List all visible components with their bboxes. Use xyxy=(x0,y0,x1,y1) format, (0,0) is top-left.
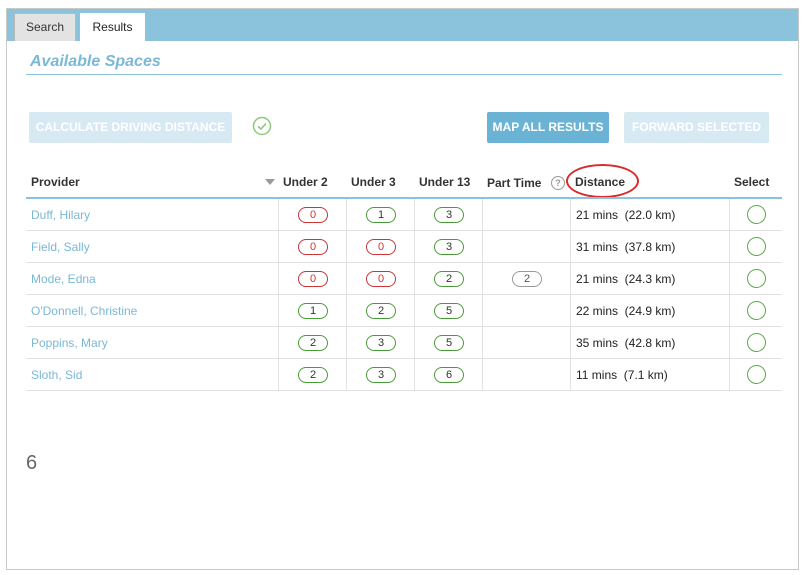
provider-link[interactable]: O'Donnell, Christine xyxy=(31,304,137,318)
under-3-count: 2 xyxy=(366,303,396,319)
header-provider[interactable]: Provider xyxy=(31,175,80,189)
under-13-count: 3 xyxy=(434,239,464,255)
under-2-count: 0 xyxy=(298,207,328,223)
distance-value: 21 mins (22.0 km) xyxy=(576,208,676,222)
under-2-count: 0 xyxy=(298,271,328,287)
calculate-driving-distance-button[interactable]: CALCULATE DRIVING DISTANCE xyxy=(29,112,232,143)
header-under-2[interactable]: Under 2 xyxy=(283,175,328,189)
help-icon[interactable]: ? xyxy=(551,176,565,190)
select-radio[interactable] xyxy=(747,333,766,352)
header-select: Select xyxy=(734,175,770,189)
tab-search[interactable]: Search xyxy=(14,13,76,41)
distance-value: 22 mins (24.9 km) xyxy=(576,304,676,318)
part-time-count: 2 xyxy=(512,271,542,287)
section-title: Available Spaces xyxy=(30,53,161,70)
under-13-count: 2 xyxy=(434,271,464,287)
select-radio[interactable] xyxy=(747,365,766,384)
under-3-count: 0 xyxy=(366,271,396,287)
distance-value: 21 mins (24.3 km) xyxy=(576,272,676,286)
annotation-circle xyxy=(566,164,639,198)
distance-value: 11 mins (7.1 km) xyxy=(576,368,668,382)
header-under-3[interactable]: Under 3 xyxy=(351,175,396,189)
provider-link[interactable]: Sloth, Sid xyxy=(31,368,82,382)
distance-value: 35 mins (42.8 km) xyxy=(576,336,676,350)
tab-bar: Search Results xyxy=(7,9,798,41)
under-3-count: 1 xyxy=(366,207,396,223)
map-all-results-button[interactable]: MAP ALL RESULTS xyxy=(487,112,609,143)
provider-link[interactable]: Mode, Edna xyxy=(31,272,96,286)
table-row: Field, Sally 0 0 3 31 mins (37.8 km) xyxy=(26,231,782,263)
table-row: Duff, Hilary 0 1 3 21 mins (22.0 km) xyxy=(26,199,782,231)
select-radio[interactable] xyxy=(747,301,766,320)
provider-link[interactable]: Poppins, Mary xyxy=(31,336,108,350)
under-13-count: 5 xyxy=(434,335,464,351)
provider-link[interactable]: Duff, Hilary xyxy=(31,208,90,222)
under-2-count: 0 xyxy=(298,239,328,255)
under-2-count: 2 xyxy=(298,367,328,383)
select-radio[interactable] xyxy=(747,205,766,224)
select-radio[interactable] xyxy=(747,269,766,288)
forward-selected-button[interactable]: FORWARD SELECTED xyxy=(624,112,769,143)
result-count: 6 xyxy=(26,452,38,474)
header-part-time[interactable]: Part Time xyxy=(487,176,541,190)
under-3-count: 3 xyxy=(366,335,396,351)
under-13-count: 6 xyxy=(434,367,464,383)
table-row: O'Donnell, Christine 1 2 5 22 mins (24.9… xyxy=(26,295,782,327)
under-3-count: 0 xyxy=(366,239,396,255)
under-13-count: 3 xyxy=(434,207,464,223)
app-frame: Search Results Available Spaces CALCULAT… xyxy=(6,8,799,570)
provider-link[interactable]: Field, Sally xyxy=(31,240,90,254)
table-row: Sloth, Sid 2 3 6 11 mins (7.1 km) xyxy=(26,359,782,391)
table-row: Mode, Edna 0 0 2 2 21 mins (24.3 km) xyxy=(26,263,782,295)
header-under-13[interactable]: Under 13 xyxy=(419,175,470,189)
tab-results[interactable]: Results xyxy=(80,13,145,41)
table-row: Poppins, Mary 2 3 5 35 mins (42.8 km) xyxy=(26,327,782,359)
under-2-count: 1 xyxy=(298,303,328,319)
select-radio[interactable] xyxy=(747,237,766,256)
under-2-count: 2 xyxy=(298,335,328,351)
sort-down-icon[interactable] xyxy=(265,179,275,185)
check-icon xyxy=(252,116,272,136)
under-13-count: 5 xyxy=(434,303,464,319)
distance-value: 31 mins (37.8 km) xyxy=(576,240,676,254)
title-divider xyxy=(26,74,782,75)
under-3-count: 3 xyxy=(366,367,396,383)
